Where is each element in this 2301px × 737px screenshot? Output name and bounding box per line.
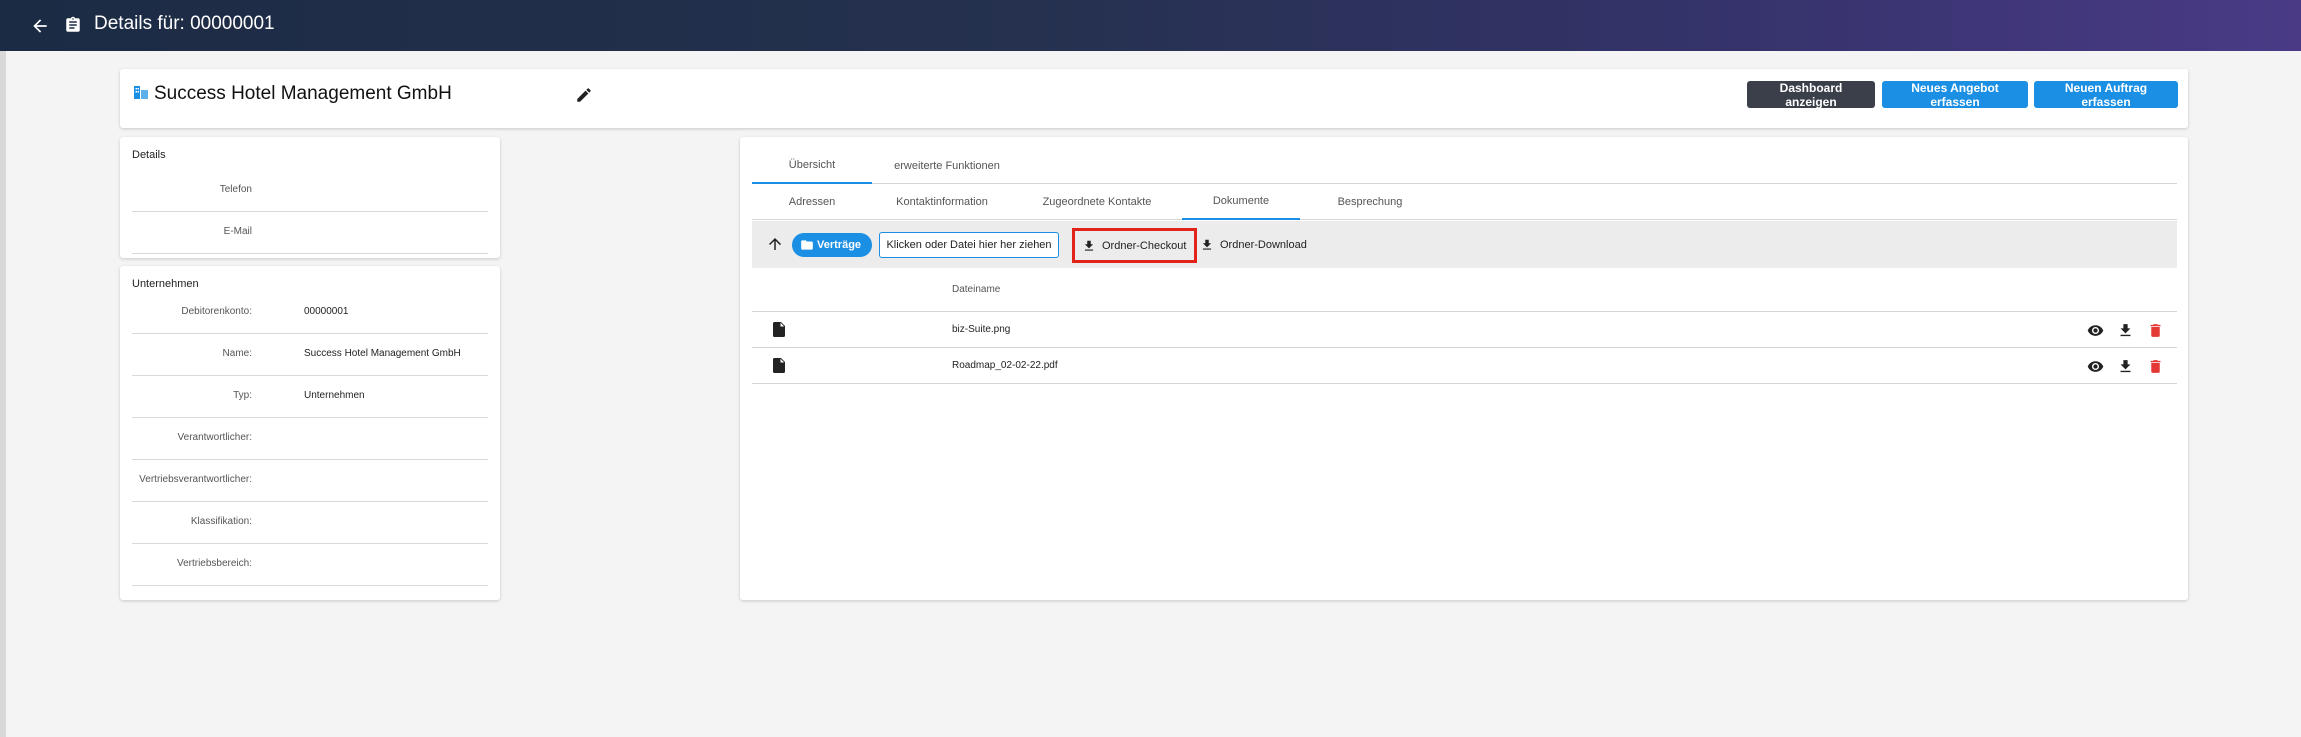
new-offer-button[interactable]: Neues Angebot erfassen (1882, 81, 2028, 109)
main-panel: Übersicht erweiterte Funktionen Adressen… (740, 137, 2188, 600)
left-edge-strip (0, 51, 6, 737)
clipboard-icon (66, 16, 80, 32)
dashboard-button[interactable]: Dashboard anzeigen (1747, 81, 1875, 109)
tab-documents[interactable]: Dokumente (1182, 184, 1300, 220)
folder-download-button[interactable]: Ordner-Download (1200, 229, 1307, 261)
file-icon (773, 358, 785, 373)
tab-addresses[interactable]: Adressen (752, 184, 872, 220)
top-tab-bar: Übersicht erweiterte Funktionen (752, 148, 2177, 184)
company-row: Typ: Unternehmen (132, 376, 488, 418)
tab-overview[interactable]: Übersicht (752, 148, 872, 184)
company-value: Success Hotel Management GmbH (304, 348, 461, 359)
documents-toolbar: Verträge Klicken oder Datei hier her zie… (752, 221, 2177, 268)
eye-icon[interactable] (2087, 358, 2104, 375)
tab-extended-functions[interactable]: erweiterte Funktionen (872, 148, 1022, 184)
detail-label: Telefon (219, 184, 252, 195)
trash-icon[interactable] (2147, 358, 2164, 375)
download-icon (1202, 239, 1212, 250)
file-name[interactable]: biz-Suite.png (952, 324, 1010, 335)
pencil-icon[interactable] (575, 86, 593, 104)
file-name[interactable]: Roadmap_02-02-22.pdf (952, 360, 1058, 371)
table-row: biz-Suite.png (752, 312, 2177, 348)
download-icon[interactable] (2117, 358, 2134, 375)
detail-row: Telefon (132, 170, 488, 212)
download-icon[interactable] (2117, 322, 2134, 339)
folder-icon (801, 240, 813, 250)
trash-icon[interactable] (2147, 322, 2164, 339)
company-label: Debitorenkonto: (181, 306, 252, 317)
folder-chip[interactable]: Verträge (792, 233, 872, 257)
file-table-header: Dateiname (752, 268, 2177, 312)
download-icon (1084, 240, 1094, 251)
tab-assigned-contacts[interactable]: Zugeordnete Kontakte (1012, 184, 1182, 220)
top-app-bar: Details für: 00000001 (0, 0, 2301, 51)
new-order-button[interactable]: Neuen Auftrag erfassen (2034, 81, 2178, 109)
company-title: Unternehmen (132, 278, 199, 290)
company-value: Unternehmen (304, 390, 365, 401)
page-title: Details für: 00000001 (94, 13, 275, 34)
company-row: Vertriebsverantwortlicher: (132, 460, 488, 502)
upload-dropzone[interactable]: Klicken oder Datei hier her ziehen (879, 232, 1059, 258)
sub-tab-bar: Adressen Kontaktinformation Zugeordnete … (752, 184, 2177, 220)
company-row: Verantwortlicher: (132, 418, 488, 460)
tab-contact-info[interactable]: Kontaktinformation (872, 184, 1012, 220)
filename-column-header: Dateiname (952, 284, 1001, 295)
company-name: Success Hotel Management GmbH (154, 83, 452, 104)
file-icon (773, 322, 785, 337)
company-value: 00000001 (304, 306, 349, 317)
details-title: Details (132, 149, 166, 161)
company-label: Klassifikation: (190, 516, 252, 527)
company-label: Name: (222, 348, 252, 359)
company-label: Vertriebsbereich: (176, 558, 252, 569)
building-icon (134, 86, 148, 99)
company-label: Typ: (233, 390, 252, 401)
company-label: Verantwortlicher: (177, 432, 252, 443)
company-label: Vertriebsverantwortlicher: (139, 474, 252, 485)
table-row: Roadmap_02-02-22.pdf (752, 348, 2177, 384)
eye-icon[interactable] (2087, 322, 2104, 339)
company-row: Name: Success Hotel Management GmbH (132, 334, 488, 376)
detail-label: E-Mail (223, 226, 252, 237)
arrow-left-icon[interactable] (30, 16, 50, 36)
tab-meeting[interactable]: Besprechung (1300, 184, 1440, 220)
company-card: Unternehmen Debitorenkonto: 00000001 Nam… (120, 266, 500, 600)
company-header-card: Success Hotel Management GmbH Dashboard … (120, 69, 2188, 128)
company-row: Vertriebsbereich: (132, 544, 488, 586)
company-row: Klassifikation: (132, 502, 488, 544)
company-row: Debitorenkonto: 00000001 (132, 292, 488, 334)
details-card: Details Telefon E-Mail (120, 137, 500, 258)
folder-chip-label: Verträge (817, 239, 862, 251)
folder-checkout-label: Ordner-Checkout (1102, 239, 1187, 252)
folder-download-label: Ordner-Download (1220, 239, 1307, 251)
detail-row: E-Mail (132, 212, 488, 254)
folder-checkout-button[interactable]: Ordner-Checkout (1072, 228, 1198, 263)
arrow-up-icon[interactable] (766, 235, 784, 253)
